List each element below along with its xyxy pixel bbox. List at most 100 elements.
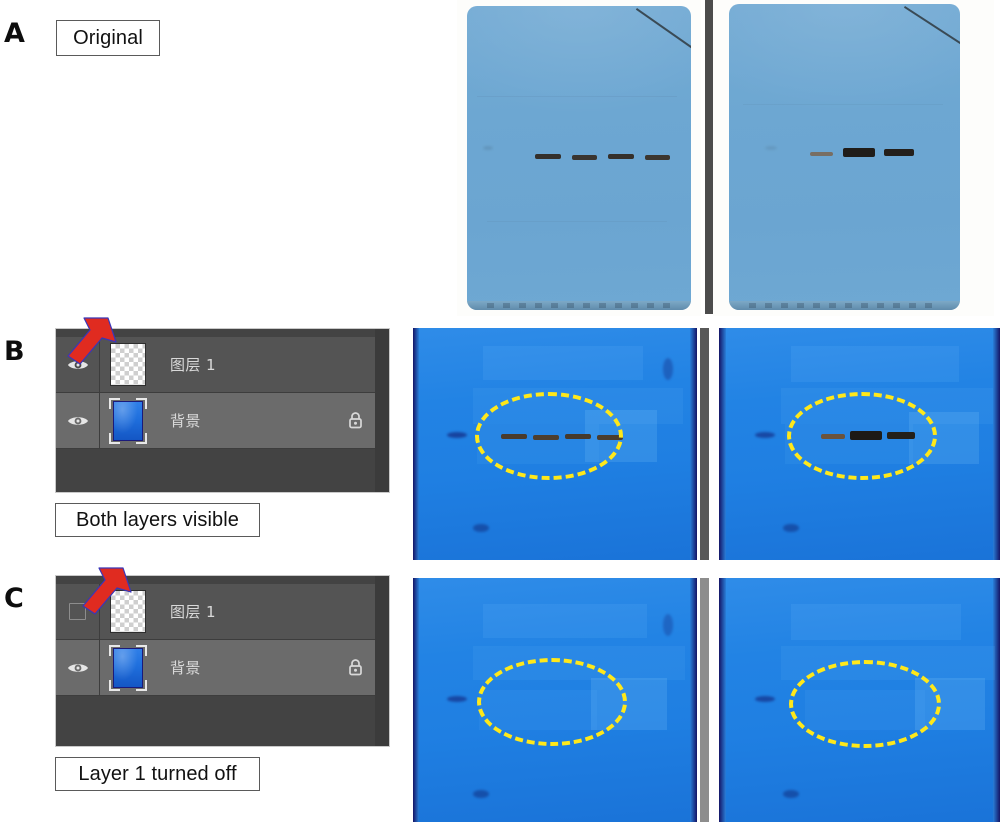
selection-bracket: [109, 397, 120, 409]
panel-c-divider: [700, 578, 709, 822]
layer-row-1[interactable]: 图层 1: [56, 337, 375, 393]
layers-panel-scrollbar[interactable]: [375, 576, 389, 746]
blot-speck: [783, 790, 799, 798]
panel-a-caption: Original: [56, 20, 160, 56]
blot-band: [535, 154, 561, 159]
membrane-patch-bright: [591, 678, 667, 730]
blot-band: [597, 435, 623, 440]
eye-icon: [67, 663, 88, 672]
panel-b-caption: Both layers visible: [55, 503, 260, 537]
lock-icon: [348, 659, 362, 676]
selection-bracket: [109, 432, 120, 444]
film-scratch: [636, 8, 691, 50]
selection-bracket: [136, 679, 147, 691]
panel-b-right-enhanced-blot: [719, 328, 1000, 560]
panel-a-left-original-blot: [467, 6, 691, 310]
panel-c-left-blot-bands-removed: [413, 578, 697, 822]
empty-checkbox-icon: [69, 603, 86, 620]
panel-letter-b: B: [4, 336, 25, 367]
panel-b-divider: [700, 328, 709, 560]
panel-c-right-blot-bands-removed: [719, 578, 1000, 822]
layer-row-background[interactable]: 背景: [56, 640, 375, 696]
selection-bracket: [136, 644, 147, 656]
background-thumbnail[interactable]: [100, 640, 156, 695]
film-footer-text: [749, 303, 940, 308]
membrane-patch-bright: [915, 678, 985, 730]
membrane-patch: [483, 604, 647, 638]
blot-speck: [447, 432, 467, 438]
blot-band: [645, 155, 670, 160]
background-lock-indicator[interactable]: [335, 411, 375, 430]
selection-bracket: [136, 432, 147, 444]
blot-band-dark: [884, 149, 914, 156]
blot-band: [533, 435, 559, 440]
panel-a-right-original-blot: [729, 4, 960, 310]
film-streak: [743, 104, 943, 105]
blot-speck: [663, 614, 673, 636]
background-visibility-toggle[interactable]: [56, 393, 100, 448]
layer-1-thumbnail[interactable]: [100, 337, 156, 392]
blot-speck: [783, 524, 799, 532]
membrane-patch: [805, 690, 925, 730]
panel-b-layers-panel[interactable]: 图层 1 背景: [55, 328, 390, 493]
membrane-patch-bright: [909, 412, 979, 464]
blot-band-dark: [850, 431, 882, 440]
blot-band: [572, 155, 597, 160]
blot-band: [608, 154, 634, 159]
transparent-checkerboard-icon: [110, 590, 146, 633]
eye-icon: [67, 416, 88, 425]
layers-panel-scrollbar[interactable]: [375, 329, 389, 492]
blot-band: [565, 434, 591, 439]
panel-b-left-enhanced-blot: [413, 328, 697, 560]
blot-band-dark: [843, 148, 875, 157]
blot-band-dark: [887, 432, 915, 439]
selection-bracket: [109, 644, 120, 656]
layer-1-name: 图层 1: [170, 603, 216, 621]
lock-icon: [348, 412, 362, 429]
membrane-patch: [791, 604, 961, 640]
selection-bracket: [109, 679, 120, 691]
blot-edge-dark: [993, 328, 1000, 560]
blot-edge-dark: [690, 328, 697, 560]
blot-edge-dark: [413, 578, 419, 822]
blot-edge-dark: [719, 578, 726, 822]
blot-band: [501, 434, 527, 439]
panel-c-layers-panel[interactable]: 图层 1 背景: [55, 575, 390, 747]
panel-a-divider: [705, 0, 713, 314]
membrane-patch: [479, 690, 597, 730]
panel-c-caption: Layer 1 turned off: [55, 757, 260, 791]
membrane-patch: [791, 346, 959, 382]
blot-edge-dark: [719, 328, 726, 560]
blot-edge-dark: [690, 578, 697, 822]
background-thumbnail[interactable]: [100, 393, 156, 448]
figure-root: A Original B 图层 1 背景 Both layers visible…: [0, 0, 1000, 822]
membrane-patch: [781, 646, 995, 680]
film-speck: [483, 146, 493, 150]
blot-edge-dark: [413, 328, 419, 560]
layer-row-1[interactable]: 图层 1: [56, 584, 375, 640]
layer-1-name: 图层 1: [170, 356, 216, 374]
blot-speck: [755, 696, 775, 702]
membrane-patch: [477, 424, 599, 464]
film-streak: [477, 96, 677, 97]
background-lock-indicator[interactable]: [335, 658, 375, 677]
layer-row-background[interactable]: 背景: [56, 393, 375, 449]
layer-1-visibility-toggle[interactable]: [56, 584, 100, 639]
blot-speck: [447, 696, 467, 702]
membrane-patch: [473, 646, 685, 680]
blot-speck: [473, 790, 489, 798]
layer-1-visibility-toggle[interactable]: [56, 337, 100, 392]
blot-speck: [473, 524, 489, 532]
membrane-patch: [483, 346, 643, 380]
blot-edge-dark: [993, 578, 1000, 822]
background-visibility-toggle[interactable]: [56, 640, 100, 695]
blot-speck: [755, 432, 775, 438]
blot-band-faint: [821, 434, 845, 439]
film-speck: [765, 146, 777, 150]
panel-letter-a: A: [4, 18, 25, 49]
layer-1-thumbnail[interactable]: [100, 584, 156, 639]
background-layer-name: 背景: [170, 412, 201, 430]
blot-band-faint: [810, 152, 833, 156]
film-footer-text: [487, 303, 671, 308]
selection-bracket: [136, 397, 147, 409]
